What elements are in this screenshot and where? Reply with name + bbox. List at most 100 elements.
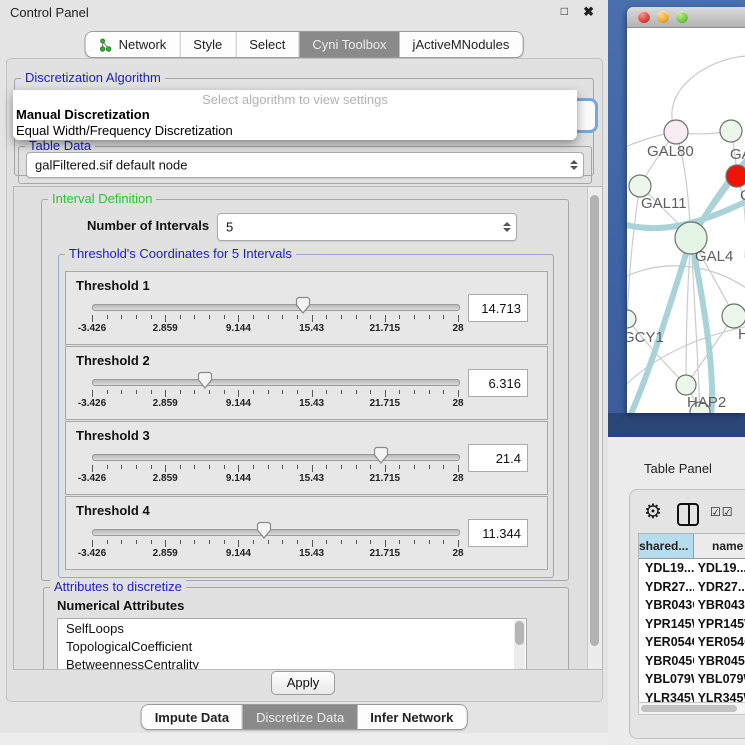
column-header-name[interactable]: name [694,534,745,558]
network-node[interactable] [629,175,651,197]
column-layout-icon[interactable] [677,503,699,526]
slider-tick-label: 2.859 [135,398,195,409]
slider-tick-label: 15.43 [282,323,342,334]
tab-infer-network[interactable]: Infer Network [357,705,466,729]
network-view[interactable]: GAL80GAGAL11CGAL4GCY1HHAP2 [627,28,745,413]
table-horizontal-scrollbar-thumb[interactable] [641,705,737,712]
tab-impute-data[interactable]: Impute Data [142,705,242,729]
checkbox-columns-icon[interactable]: ☑☑ [710,505,734,519]
network-node[interactable] [676,375,696,395]
table-row[interactable]: YBR043CYBR043C [639,596,745,615]
threshold-coordinates-group-title: Threshold's Coordinates for 5 Intervals [65,246,296,261]
tab-jactivemnodules[interactable]: jActiveMNodules [400,32,523,57]
slider-handle[interactable] [256,521,272,540]
settings-scrollbar-thumb[interactable] [590,195,599,646]
numerical-attributes-label: Numerical Attributes [57,598,184,613]
threshold-value-field[interactable]: 11.344 [468,519,528,547]
cell-shared-name: YDR27... [639,578,694,597]
table-data-combobox[interactable]: galFiltered.sif default node [26,152,584,178]
tab-network[interactable]: Network [86,32,180,57]
slider-tick [121,315,122,319]
table-row[interactable]: YBR045CYBR045C [639,652,745,671]
network-node-label: GCY1 [627,329,664,346]
tab-style[interactable]: Style [179,32,235,57]
slider-tick [180,315,181,319]
slider-tick [209,465,210,469]
slider-tick [224,390,225,394]
table-row[interactable]: YDR27...YDR27... [639,578,745,597]
column-header-shared-name[interactable]: shared... [639,534,694,558]
network-node[interactable] [726,165,745,187]
table-row[interactable]: YER054CYER054C [639,633,745,652]
close-traffic-light-icon[interactable] [638,11,650,23]
slider-handle[interactable] [373,446,389,465]
close-icon[interactable]: ✖ [583,4,594,20]
screen: Control Panel □ ✖ Network Style Select [0,0,745,745]
slider-tick-label: 15.43 [282,548,342,559]
table-row[interactable]: YDL19...YDL19... [639,559,745,578]
settings-scrollbar[interactable] [587,187,602,669]
slider-track[interactable] [92,379,460,386]
attribute-item[interactable]: BetweennessCentrality [58,655,526,670]
tab-cyni-toolbox[interactable]: Cyni Toolbox [298,32,399,57]
dropdown-item-manual-discretization[interactable]: Manual Discretization [16,107,150,122]
table-row[interactable]: YBL079WYBL079W [639,670,745,689]
gear-icon[interactable]: ⚙ [644,502,662,522]
slider-tick [399,390,400,394]
network-node[interactable] [627,310,636,328]
slider-tick [297,540,298,544]
settings-scroll-area: Interval Definition Number of Intervals … [13,186,603,670]
slider-tick [341,465,342,469]
slider-tick-label: 2.859 [135,323,195,334]
network-node-label: GAL11 [641,195,687,212]
cell-shared-name: YDL19... [639,559,694,578]
threshold-value-field[interactable]: 21.4 [468,444,528,472]
slider-tick-label: -3.426 [62,548,122,559]
panel-title: Control Panel [10,5,89,20]
attributes-scrollbar-thumb[interactable] [515,621,524,645]
table-row[interactable]: YPR145WYPR145W [639,615,745,634]
threshold-value-field[interactable]: 14.713 [468,294,528,322]
number-of-intervals-combobox[interactable]: 5 [217,213,517,241]
network-node[interactable] [664,120,688,144]
tab-label: Cyni Toolbox [312,37,386,52]
apply-button[interactable]: Apply [271,671,335,695]
tab-discretize-data[interactable]: Discretize Data [242,705,357,729]
dropdown-item-equal-width-frequency[interactable]: Equal Width/Frequency Discretization [16,123,233,138]
network-window-titlebar[interactable] [627,7,745,28]
slider-tick [297,315,298,319]
slider-tick [107,315,108,319]
slider-tick [414,390,415,394]
network-node[interactable] [722,304,745,328]
slider-tick [136,465,137,469]
attribute-item[interactable]: TopologicalCoefficient [58,637,526,655]
slider-tick [356,540,357,544]
minimize-traffic-light-icon[interactable] [657,11,669,23]
slider-tick [180,390,181,394]
slider-tick [399,465,400,469]
slider-tick [326,390,327,394]
slider-tick [107,390,108,394]
threshold-label: Threshold 1 [76,278,150,293]
float-window-icon[interactable]: □ [561,4,568,18]
slider-tick [341,390,342,394]
cell-shared-name: YBL079W [639,670,694,689]
network-node[interactable] [720,120,742,142]
table-rows: YDL19...YDL19...YDR27...YDR27...YBR043CY… [639,559,745,715]
slider-tick [107,540,108,544]
slider-handle[interactable] [295,296,311,315]
attribute-item[interactable]: SelfLoops [58,619,526,637]
network-icon [99,38,113,52]
slider-track[interactable] [92,529,460,536]
slider-track[interactable] [92,304,460,311]
threshold-value-field[interactable]: 6.316 [468,369,528,397]
table-horizontal-scrollbar[interactable] [638,702,745,715]
threshold-panel: Threshold 3-3.4262.8599.14415.4321.71528… [65,421,548,495]
tab-select[interactable]: Select [235,32,298,57]
tab-label: Style [193,37,222,52]
zoom-traffic-light-icon[interactable] [676,11,688,23]
slider-handle[interactable] [197,371,213,390]
attributes-scrollbar[interactable] [514,620,525,669]
numerical-attributes-list[interactable]: SelfLoopsTopologicalCoefficientBetweenne… [57,618,527,670]
slider-track[interactable] [92,454,460,461]
